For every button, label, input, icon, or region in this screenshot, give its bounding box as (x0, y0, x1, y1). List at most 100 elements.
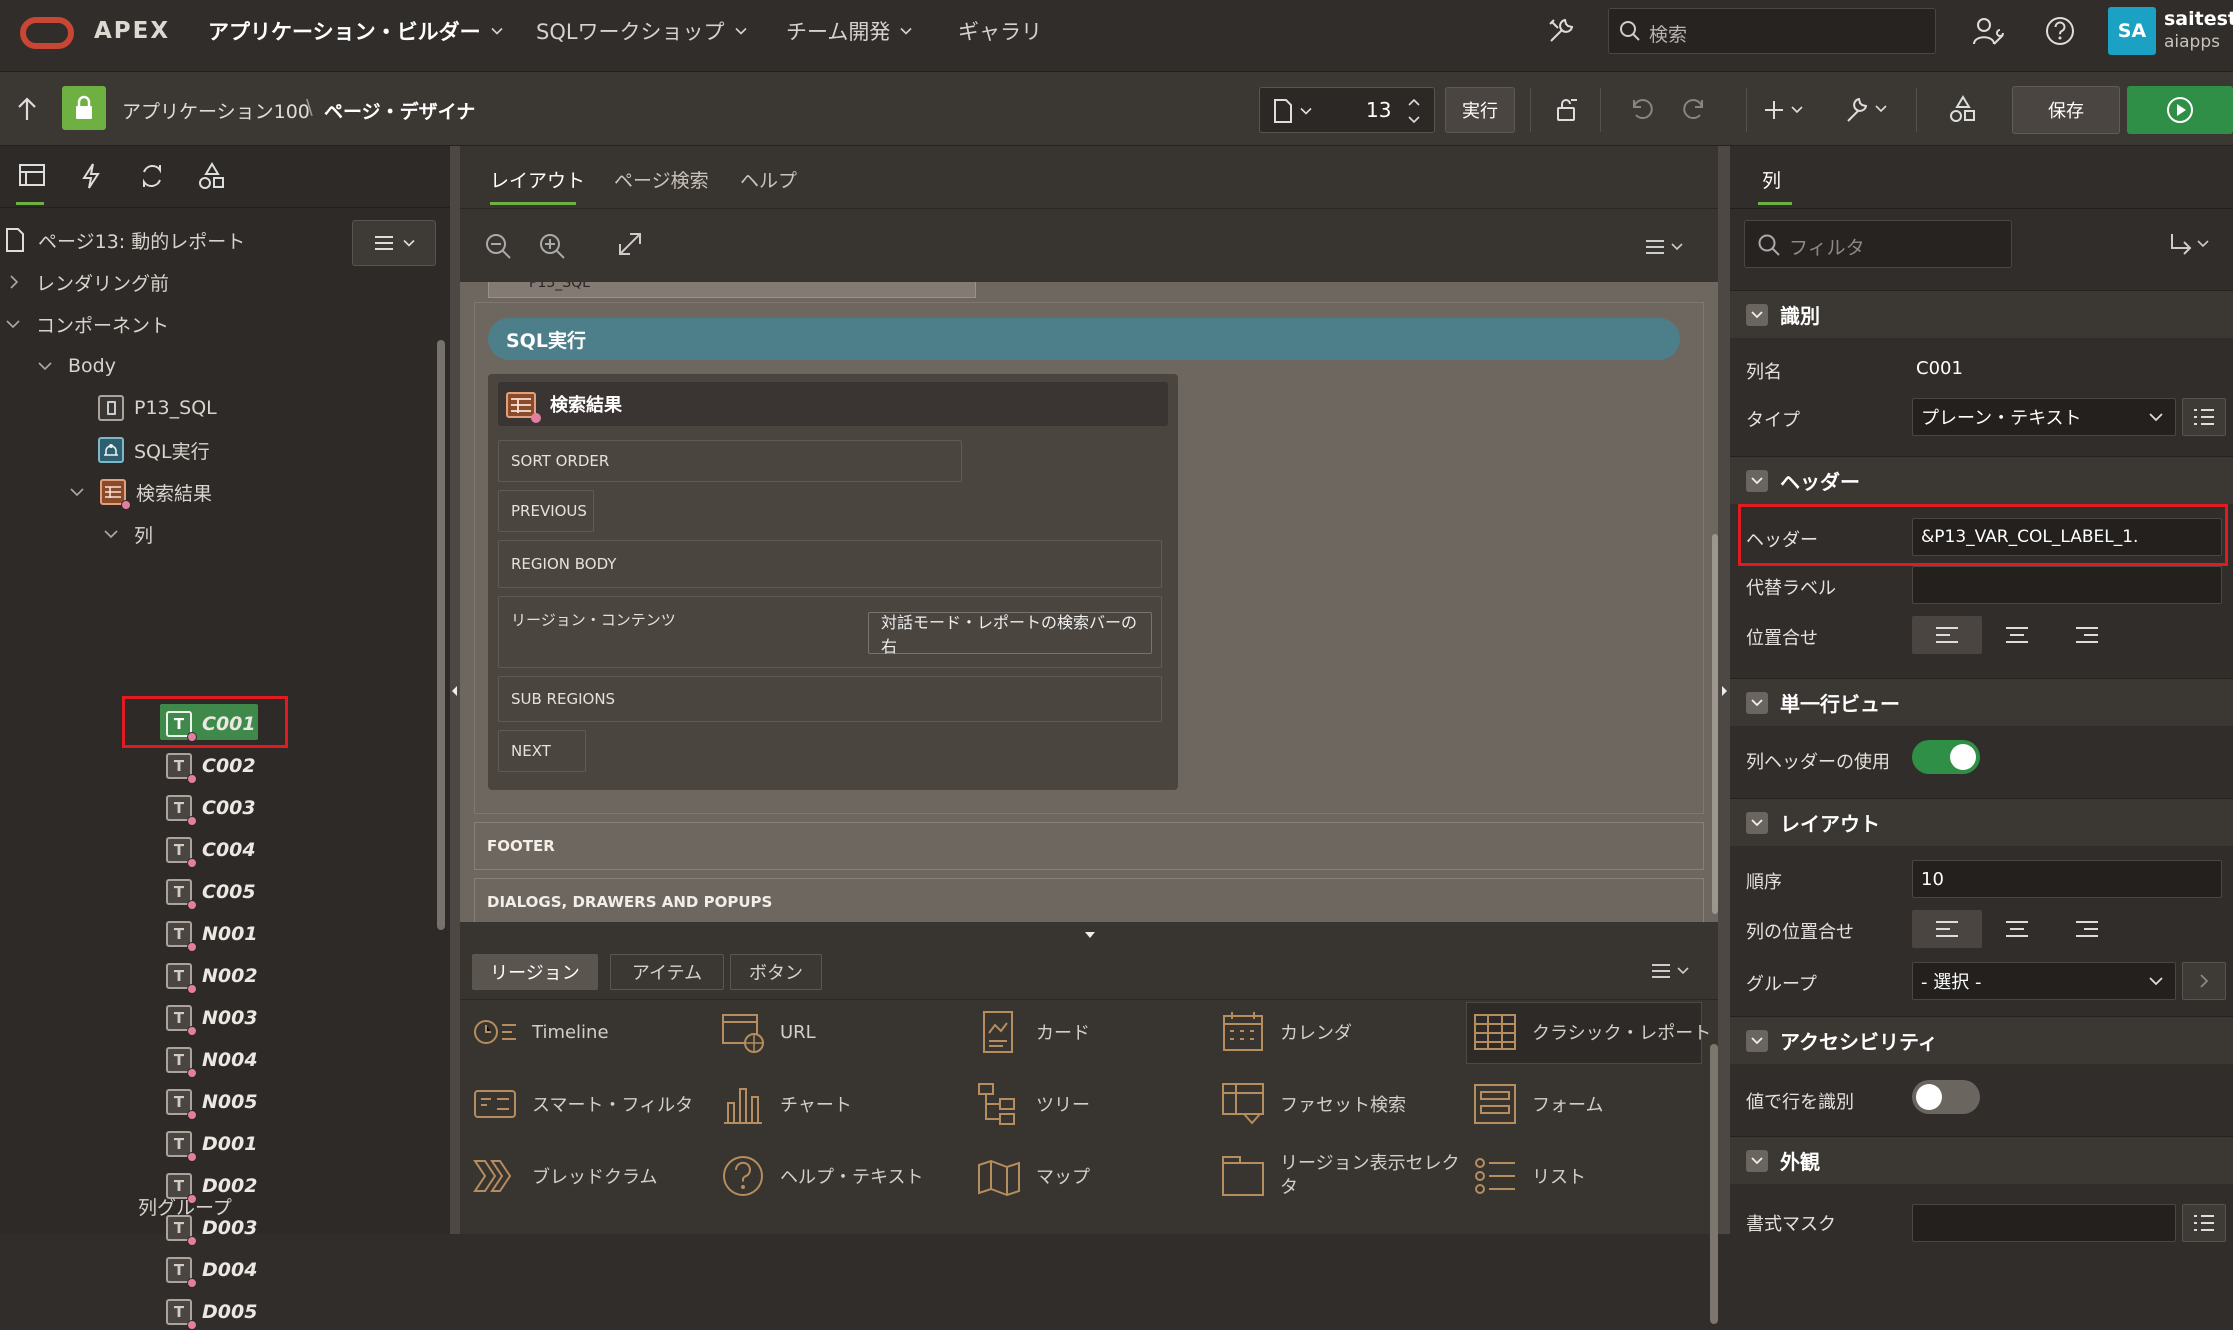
gallery-item-card[interactable]: カード (976, 1002, 1090, 1062)
gallery-item-faceted-search[interactable]: ファセット検索 (1220, 1074, 1406, 1134)
gallery-item-smart-filter[interactable]: スマート・フィルタ (472, 1074, 693, 1134)
collapse-toggle-icon[interactable] (1746, 811, 1768, 834)
tree-node-column[interactable]: T D005 (166, 1294, 257, 1330)
tree-scrollbar[interactable] (437, 340, 445, 930)
page-selector[interactable]: 13 (1259, 87, 1435, 133)
section-appearance[interactable]: 外観 (1730, 1136, 2233, 1184)
tab-column[interactable]: 列 (1762, 166, 1781, 193)
type-select[interactable]: プレーン・テキスト (1912, 398, 2176, 436)
zoom-out-icon[interactable] (484, 232, 512, 260)
gallery-item-breadcrumb[interactable]: ブレッドクラム (472, 1146, 657, 1206)
admin-user-icon[interactable] (1972, 16, 2006, 48)
chevron-right-icon[interactable] (8, 275, 20, 289)
nav-sql-workshop[interactable]: SQLワークショップ (536, 16, 747, 46)
gallery-item-classic-report[interactable]: クラシック・レポート (1472, 1002, 1711, 1062)
section-accessibility[interactable]: アクセシビリティ (1730, 1016, 2233, 1064)
page-stepper-icon[interactable] (1406, 94, 1422, 128)
collapse-toggle-icon[interactable] (1746, 469, 1768, 492)
left-splitter[interactable] (450, 146, 460, 1234)
page-unlock-icon[interactable] (1554, 97, 1580, 123)
global-search-input[interactable]: 検索 (1608, 8, 1936, 54)
gallery-item-tree[interactable]: ツリー (976, 1074, 1090, 1134)
use-col-heading-toggle[interactable] (1912, 740, 1980, 774)
tree-node-pre-rendering[interactable]: レンダリング前 (8, 264, 169, 300)
wrench-screwdriver-icon[interactable] (1546, 16, 1576, 46)
align-center-button[interactable] (1982, 616, 2052, 654)
sequence-input[interactable]: 10 (1912, 860, 2222, 898)
gallery-tab-items[interactable]: アイテム (610, 954, 724, 990)
redo-icon[interactable] (1682, 96, 1708, 122)
search-results-region[interactable]: 検索結果 SORT ORDER PREVIOUS REGION BODY リージ… (488, 374, 1178, 790)
slot-previous[interactable]: PREVIOUS (498, 490, 594, 532)
tab-page-search[interactable]: ページ検索 (614, 166, 709, 193)
p13-sql-item-slot[interactable]: P13_SQL (488, 282, 976, 298)
breadcrumb-application[interactable]: アプリケーション100 (122, 97, 310, 124)
chevron-down-icon[interactable] (6, 318, 20, 330)
alt-label-input[interactable] (1912, 566, 2222, 604)
gallery-menu-icon[interactable] (1650, 962, 1694, 980)
collapse-left-icon[interactable] (450, 684, 460, 698)
help-icon[interactable] (2044, 15, 2076, 47)
save-and-run-button[interactable] (2127, 86, 2233, 134)
create-menu-icon[interactable] (1764, 98, 1808, 122)
property-filter-input[interactable]: フィルタ (1744, 220, 2012, 268)
utilities-menu-icon[interactable] (1844, 96, 1892, 124)
tree-menu-button[interactable] (352, 220, 436, 266)
right-splitter[interactable] (1718, 146, 1730, 1234)
tab-help[interactable]: ヘルプ (740, 166, 797, 193)
format-mask-input[interactable] (1912, 1204, 2176, 1242)
arrow-up-icon[interactable] (16, 96, 38, 122)
gallery-item-calendar[interactable]: カレンダ (1220, 1002, 1352, 1062)
tree-node-column[interactable]: T N003 (166, 1000, 258, 1036)
align-right-button[interactable] (2052, 910, 2122, 948)
gallery-item-url[interactable]: URL (720, 1002, 816, 1062)
chevron-down-icon[interactable] (38, 360, 52, 372)
gallery-tab-buttons[interactable]: ボタン (730, 954, 822, 990)
tree-node-column[interactable]: T N001 (166, 916, 258, 952)
user-avatar[interactable]: SA (2108, 7, 2156, 55)
section-heading[interactable]: ヘッダー (1730, 456, 2233, 504)
group-select[interactable]: - 選択 - (1912, 962, 2176, 1000)
slot-sort-order[interactable]: SORT ORDER (498, 440, 962, 482)
gallery-item-region-selector[interactable]: リージョン表示セレクタ (1220, 1146, 1464, 1206)
slot-region-body[interactable]: REGION BODY (498, 540, 1162, 588)
tree-node-column[interactable]: T D001 (166, 1126, 257, 1162)
tree-node-column[interactable]: T N002 (166, 958, 258, 994)
apex-brand[interactable]: APEX (94, 18, 170, 44)
nav-team-development[interactable]: チーム開発 (786, 16, 912, 46)
gallery-scrollbar[interactable] (1710, 1044, 1718, 1324)
tree-page-root[interactable]: ページ13: 動的レポート (4, 222, 245, 258)
tree-node-column[interactable]: T D004 (166, 1252, 257, 1288)
nav-gallery[interactable]: ギャラリ (958, 16, 1042, 46)
collapse-right-icon[interactable] (1719, 684, 1729, 698)
slot-ir-search-bar[interactable]: 対話モード・レポートの検索バーの右 (868, 612, 1152, 656)
slot-footer[interactable]: FOOTER (474, 822, 1704, 870)
align-center-button[interactable] (1982, 910, 2052, 948)
dynamic-actions-tab-icon[interactable] (80, 162, 102, 190)
page-number-input[interactable]: 13 (1366, 98, 1391, 122)
processing-tab-icon[interactable] (138, 162, 166, 190)
chevron-down-icon[interactable] (104, 528, 118, 540)
shared-components-icon[interactable] (1949, 94, 1977, 124)
tree-node-sql-exec[interactable]: SQL実行 (98, 432, 210, 468)
tree-node-p13-sql[interactable]: P13_SQL (98, 390, 217, 426)
value-identifies-row-toggle[interactable] (1912, 1080, 1980, 1114)
tree-node-column[interactable]: T C002 (166, 748, 256, 784)
gallery-tab-regions[interactable]: リージョン (472, 954, 598, 990)
collapse-toggle-icon[interactable] (1746, 691, 1768, 714)
collapse-toggle-icon[interactable] (1746, 1029, 1768, 1052)
collapse-gallery-icon[interactable] (1083, 930, 1097, 940)
tree-node-search-results[interactable]: 検索結果 (70, 474, 212, 510)
gallery-item-chart[interactable]: チャート (720, 1074, 852, 1134)
zoom-in-icon[interactable] (538, 232, 566, 260)
section-single-row-view[interactable]: 単一行ビュー (1730, 678, 2233, 726)
go-to-group-icon[interactable] (2168, 232, 2216, 258)
type-list-button[interactable] (2182, 398, 2226, 436)
gallery-item-form[interactable]: フォーム (1472, 1074, 1603, 1134)
tree-node-columns[interactable]: 列 (104, 516, 153, 552)
slot-next[interactable]: NEXT (498, 730, 586, 772)
sql-exec-button-slot[interactable]: SQL実行 (488, 318, 1680, 360)
tab-layout[interactable]: レイアウト (490, 166, 585, 193)
tree-node-column[interactable]: T C004 (166, 832, 256, 868)
gallery-item-timeline[interactable]: Timeline (472, 1002, 609, 1062)
